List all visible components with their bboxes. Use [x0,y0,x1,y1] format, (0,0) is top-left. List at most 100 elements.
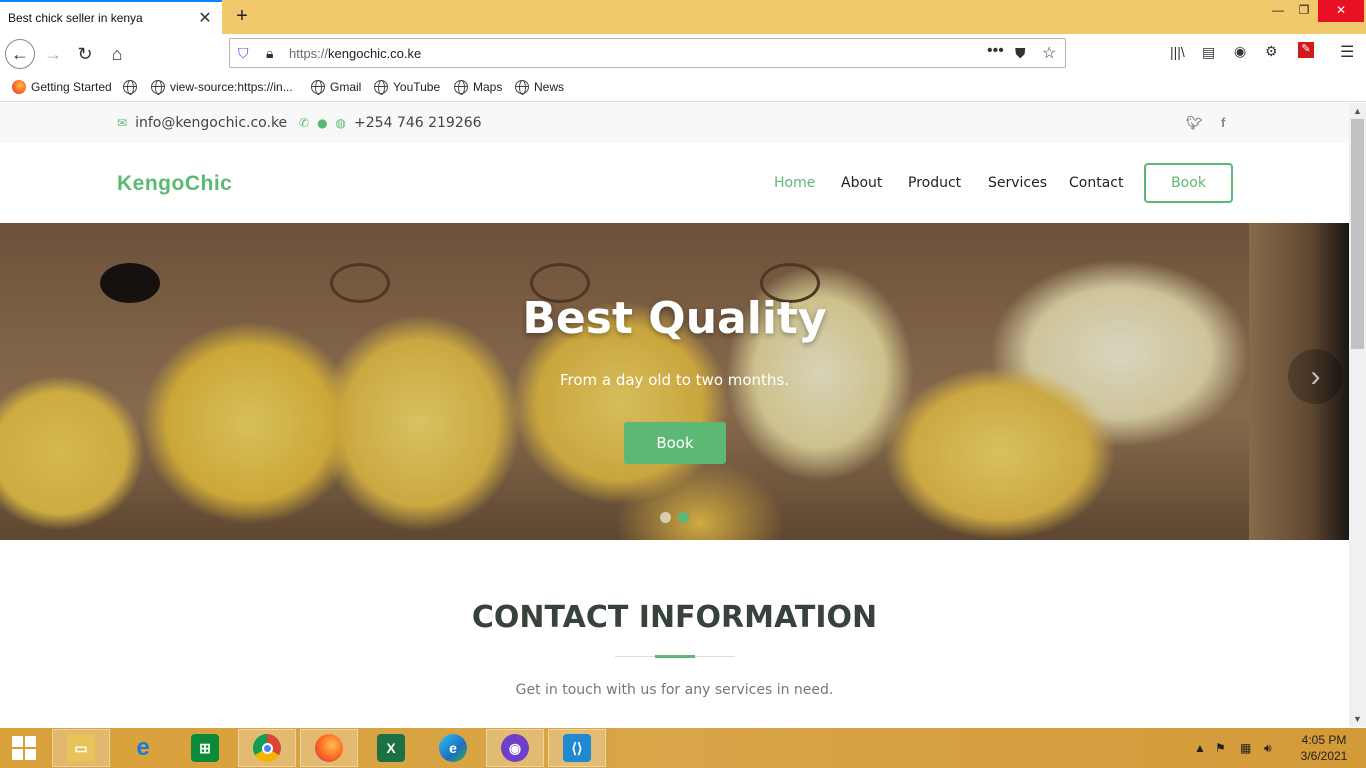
account-icon[interactable]: ◉ [1234,43,1246,60]
twitter-icon[interactable]: 🐦︎ [1186,115,1203,131]
topbar-email[interactable]: ✉ info@kengochic.co.ke [117,115,287,131]
navigation-toolbar: ← → ↻ ⌂ ⛉ 🔒︎ https://kengochic.co.ke •••… [0,34,1366,72]
flag-icon[interactable]: ⚑ [1215,741,1226,755]
reload-button[interactable]: ↻ [70,39,100,69]
site-logo[interactable]: KengoChic [117,172,232,196]
bookmark-maps[interactable]: Maps [454,80,502,95]
bookmark-star-icon[interactable]: ☆ [1042,43,1056,63]
page-scrollbar[interactable]: ▲ ▼ [1349,103,1366,727]
tab-title: Best chick seller in kenya [8,11,143,25]
bookmark-getting-started[interactable]: Getting Started [12,80,112,94]
topbar-phone[interactable]: ✆ ● ◍ +254 746 219266 [299,115,482,131]
nav-contact[interactable]: Contact [1069,175,1123,191]
nav-about[interactable]: About [841,175,882,191]
extension-icon[interactable]: ⚙ [1265,43,1278,60]
new-tab-button[interactable]: + [230,4,254,28]
globe-icon [454,80,468,95]
taskbar: ▭ e ⊞ X e ◉ ⟨⟩ ▲ ⚑ ▦ 🔊︎ 4:05 PM 3/6/2021 [0,728,1366,768]
globe-icon [515,80,529,95]
tab-close-icon[interactable]: ✕ [196,8,214,28]
taskbar-excel[interactable]: X [362,729,420,767]
firefox-icon [12,80,26,94]
bookmark-view-source[interactable]: view-source:https://in... [151,80,293,95]
volume-icon[interactable]: 🔊︎ [1264,741,1272,756]
taskbar-store[interactable]: ⊞ [176,729,234,767]
hero-carousel: Best Quality From a day old to two month… [0,223,1349,540]
taskbar-file-explorer[interactable]: ▭ [52,729,110,767]
bookmarks-toolbar: Getting Started view-source:https://in..… [0,72,1366,102]
addon-icon[interactable]: ✎ [1298,42,1314,58]
minimize-button[interactable]: — [1264,0,1292,22]
url-text[interactable]: https://kengochic.co.ke [289,46,421,61]
globe-icon [151,80,165,95]
carousel-dot-2[interactable] [678,512,689,523]
windows-icon [12,736,36,760]
bookmark-youtube[interactable]: YouTube [374,80,440,95]
envelope-icon: ✉ [117,116,128,130]
nav-product[interactable]: Product [908,175,961,191]
taskbar-chrome[interactable] [238,729,296,767]
close-window-button[interactable]: ✕ [1318,0,1364,22]
contact-topbar: ✉ info@kengochic.co.ke ✆ ● ◍ +254 746 21… [0,103,1349,143]
carousel-dot-1[interactable] [660,512,671,523]
section-subtitle: Get in touch with us for any services in… [515,682,834,698]
restore-button[interactable]: ❐ [1290,0,1318,22]
hero-title: Best Quality [522,293,827,344]
phone-icon: ✆ [299,116,310,130]
chrome-icon [253,734,281,762]
github-icon: ◉ [501,734,529,762]
edge-icon: e [439,734,467,762]
globe-icon [311,80,325,95]
taskbar-github[interactable]: ◉ [486,729,544,767]
taskbar-internet-explorer[interactable]: e [114,729,172,767]
back-button[interactable]: ← [5,39,35,69]
hero-book-button[interactable]: Book [624,422,726,464]
lock-icon[interactable]: 🔒︎ [266,45,273,62]
hero-subtitle: From a day old to two months. [559,371,790,389]
bookmark-folder[interactable] [123,80,137,95]
clock-date: 3/6/2021 [1300,749,1348,763]
home-button[interactable]: ⌂ [102,39,132,69]
nav-home[interactable]: Home [774,175,815,191]
section-divider-accent [655,655,695,658]
taskbar-firefox[interactable] [300,729,358,767]
taskbar-vscode[interactable]: ⟨⟩ [548,729,606,767]
vscode-icon: ⟨⟩ [563,734,591,762]
tracking-shield-icon[interactable]: ⛉ [238,45,249,62]
tray-expand-icon[interactable]: ▲ [1194,741,1206,755]
wechat-icon: ◍ [335,116,347,130]
sidebar-icon[interactable]: ▤ [1202,44,1215,61]
menu-icon[interactable]: ☰ [1340,42,1354,62]
scroll-up-icon[interactable]: ▲ [1349,103,1366,119]
page-actions-icon[interactable]: ••• [987,42,1004,60]
nav-services[interactable]: Services [988,175,1047,191]
scroll-down-icon[interactable]: ▼ [1349,711,1366,727]
header-book-button[interactable]: Book [1144,163,1233,203]
carousel-next-icon[interactable]: › [1288,349,1343,404]
bookmark-gmail[interactable]: Gmail [311,80,361,95]
clock-time: 4:05 PM [1301,733,1347,747]
whatsapp-icon: ● [317,116,328,130]
section-title: CONTACT INFORMATION [471,600,878,635]
start-button[interactable] [0,728,48,768]
forward-button[interactable]: → [38,39,68,69]
scroll-thumb[interactable] [1351,119,1364,349]
active-tab[interactable]: Best chick seller in kenya ✕ [0,0,222,34]
web-page: ✉ info@kengochic.co.ke ✆ ● ◍ +254 746 21… [0,103,1349,727]
pocket-icon[interactable]: ⛊ [1015,45,1026,62]
network-icon[interactable]: ▦ [1240,741,1251,755]
facebook-icon[interactable]: f [1221,115,1225,130]
taskbar-edge[interactable]: e [424,729,482,767]
site-header: KengoChic Home About Product Services Co… [0,143,1349,223]
tab-strip: Best chick seller in kenya ✕ + — ❐ ✕ [0,0,1366,34]
clock[interactable]: 4:05 PM 3/6/2021 [1290,732,1358,764]
excel-icon: X [377,734,405,762]
address-bar[interactable]: ⛉ 🔒︎ https://kengochic.co.ke ••• ⛊ ☆ [229,38,1066,68]
store-icon: ⊞ [191,734,219,762]
ie-icon: e [136,734,150,761]
globe-icon [123,80,137,95]
folder-icon: ▭ [67,734,95,762]
library-icon[interactable]: |||\ [1170,44,1185,60]
firefox-icon [315,734,343,762]
bookmark-news[interactable]: News [515,80,564,95]
